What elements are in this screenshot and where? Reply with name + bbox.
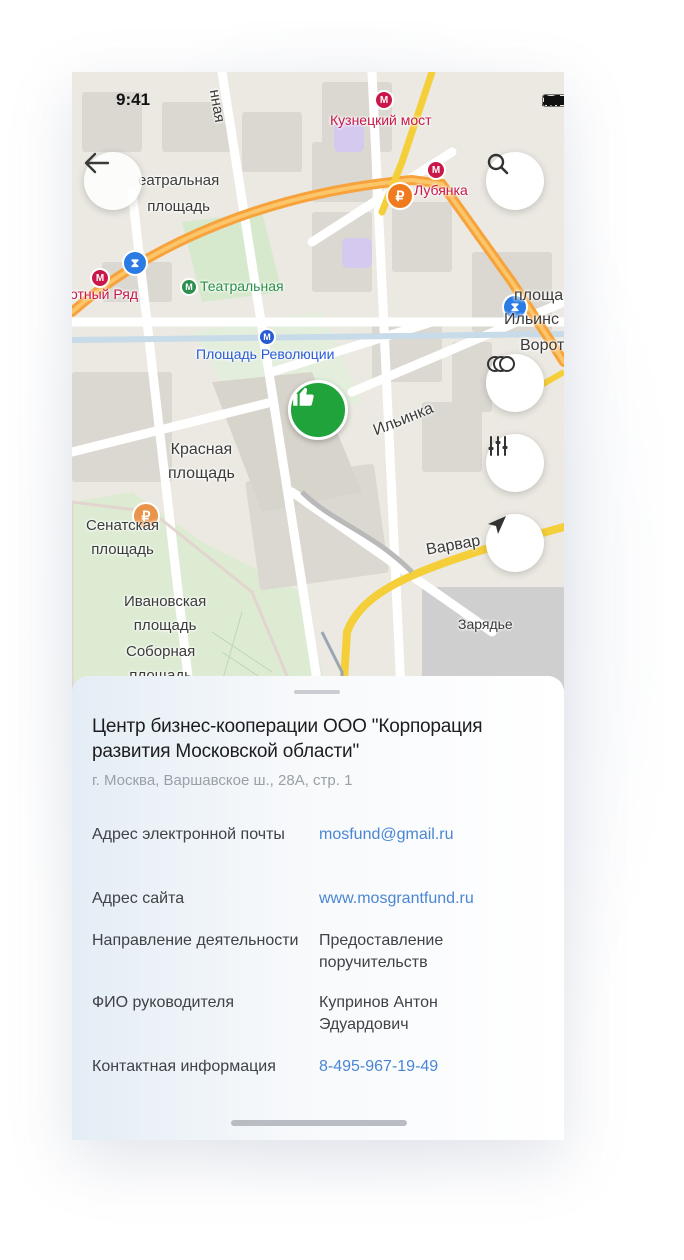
location-pin[interactable] [288,380,348,440]
label-vorot: Ворот [520,337,564,354]
filter-sliders-icon [488,436,508,456]
info-value: Купринов Антон Эдуардович [319,994,438,1033]
back-button[interactable] [84,152,142,210]
search-icon [487,153,509,175]
thumbs-up-icon [293,387,314,406]
search-button[interactable] [486,152,544,210]
label-ilyinskaya: Ильинс [504,311,559,328]
back-arrow-icon [84,152,110,174]
label-ploshcha: площа [514,287,564,304]
info-sheet[interactable]: Центр бизнес-кооперации ООО "Корпорация … [72,676,564,1140]
layers-icon [487,356,515,372]
info-label: Направление деятельности [92,932,299,949]
phone-link[interactable]: 8-495-967-19-49 [319,1056,529,1078]
info-label: Адрес сайта [92,890,185,907]
home-indicator[interactable] [231,1120,407,1126]
info-value: Предоставление поручительств [319,932,444,971]
layers-button[interactable] [486,354,544,412]
hourglass-icon[interactable]: ⧗ [122,250,148,276]
metro-icon[interactable]: M [426,160,446,180]
info-label: Контактная информация [92,1058,276,1075]
label-zaryadye: Зарядье [458,616,513,632]
status-bar: 9:41 [72,90,564,114]
label-okhotny-ryad: отный Ряд [72,286,139,302]
organization-address: г. Москва, Варшавское ш., 28А, стр. 1 [92,772,353,789]
map-view[interactable]: M M M M M ⧗ ⧗ ₽ ₽ еатральная площадь Куз… [72,72,564,712]
info-label: ФИО руководителя [92,994,235,1011]
label-teatralnaya-ploshchad: еатральная площадь [138,172,220,215]
phone-screen: M M M M M ⧗ ⧗ ₽ ₽ еатральная площадь Куз… [72,72,564,1140]
label-senatskaya-ploshchad: Сенатская площадь [86,517,160,558]
label-ivanovskaya-ploshchad: Ивановская площадь [124,593,207,634]
info-label: Адрес электронной почты [92,826,285,843]
filters-button[interactable] [486,434,544,492]
locate-me-button[interactable] [486,514,544,572]
location-arrow-icon [488,516,506,534]
label-krasnaya-ploshchad: Красная площадь [168,441,235,482]
label-teatralnaya-metro: Театральная [200,278,284,294]
label-ploshchad-revolyutsii: Площадь Революции [196,346,335,362]
label-lubyanka: Лубянка [414,182,468,198]
organization-title: Центр бизнес-кооперации ООО "Корпорация … [92,716,483,762]
metro-icon[interactable]: M [180,278,198,296]
ruble-icon[interactable]: ₽ [386,182,414,210]
email-link[interactable]: mosfund@gmail.ru [319,824,529,846]
sheet-grabber[interactable] [294,690,340,694]
battery-icon [542,94,564,107]
status-time: 9:41 [116,90,151,109]
website-link[interactable]: www.mosgrantfund.ru [319,888,529,910]
